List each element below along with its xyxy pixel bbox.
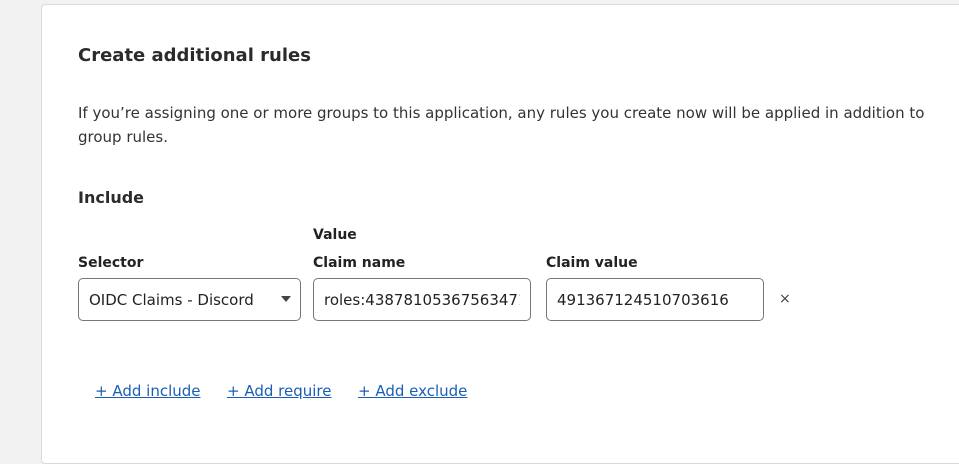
- value-group-label: Value: [313, 227, 357, 243]
- claim-name-input[interactable]: [313, 278, 531, 321]
- section-title: Create additional rules: [78, 45, 311, 66]
- selector-selected-value: OIDC Claims - Discord: [89, 290, 254, 309]
- rules-card: Create additional rules If you’re assign…: [41, 4, 959, 464]
- remove-rule-icon[interactable]: ×: [779, 292, 791, 306]
- selector-label: Selector: [78, 255, 144, 271]
- section-description: If you’re assigning one or more groups t…: [78, 104, 925, 146]
- chevron-down-icon: [281, 296, 291, 302]
- claim-name-label: Claim name: [313, 255, 406, 271]
- claim-value-label: Claim value: [546, 255, 638, 271]
- add-exclude-link[interactable]: + Add exclude: [358, 382, 467, 400]
- claim-value-input[interactable]: [546, 278, 764, 321]
- include-heading: Include: [78, 188, 145, 207]
- add-require-link[interactable]: + Add require: [227, 382, 331, 400]
- add-include-link[interactable]: + Add include: [95, 382, 201, 400]
- selector-dropdown[interactable]: OIDC Claims - Discord: [78, 278, 301, 321]
